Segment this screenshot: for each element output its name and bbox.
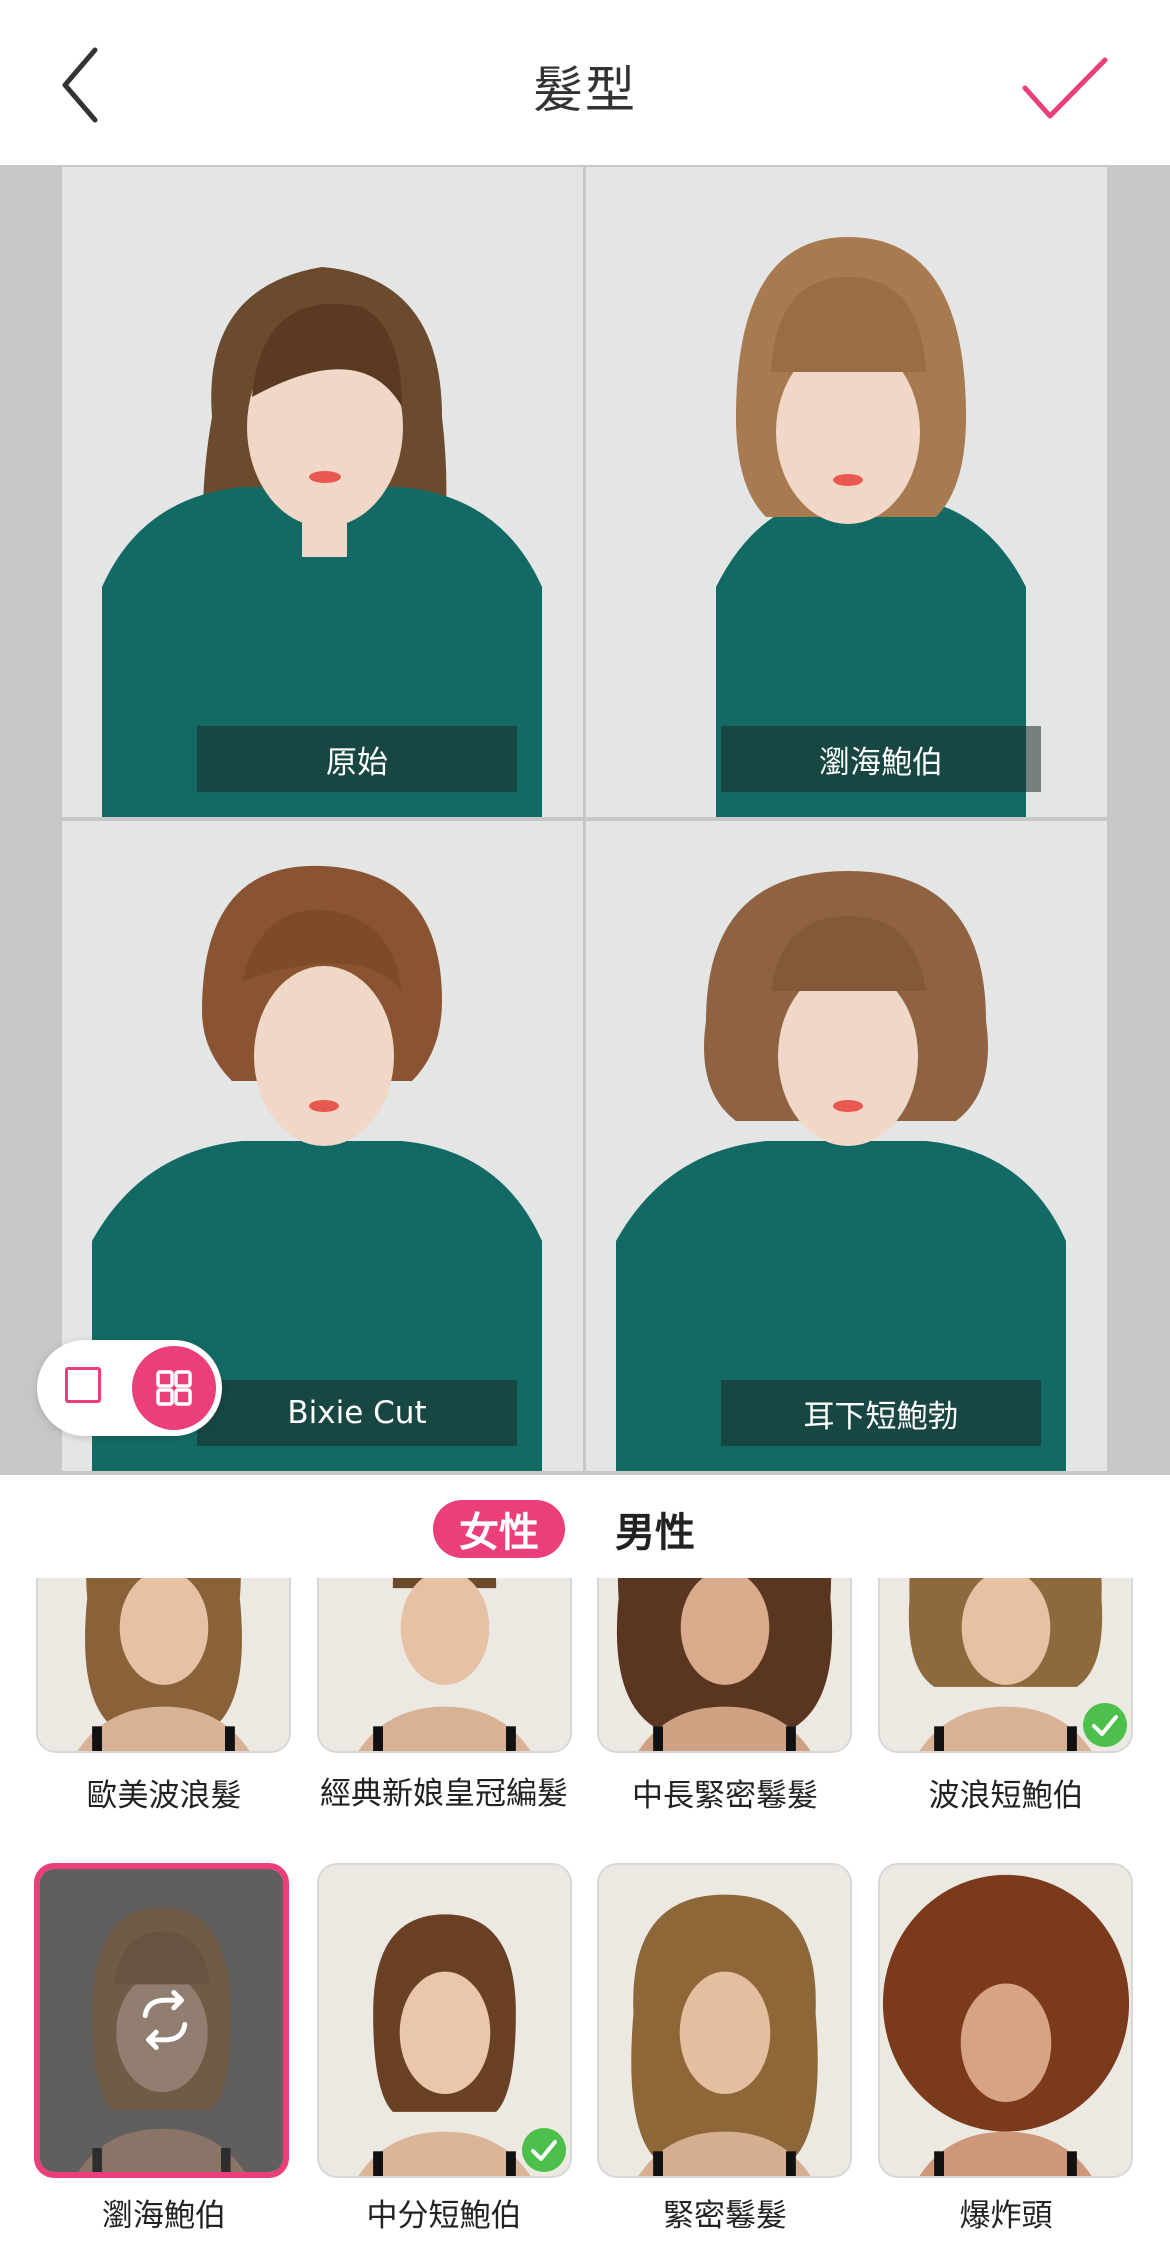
grid-view-icon xyxy=(156,1370,192,1406)
style-thumb-bangs-bob[interactable] xyxy=(34,1863,289,2178)
preview-label: 耳下短鮑勃 xyxy=(721,1380,1041,1446)
preview-label: 瀏海鮑伯 xyxy=(721,726,1041,792)
single-view-icon[interactable] xyxy=(65,1367,101,1403)
refresh-icon[interactable] xyxy=(132,1987,198,2053)
applied-check-icon xyxy=(1083,1703,1127,1747)
style-image xyxy=(880,1865,1131,2176)
header: 髮型 xyxy=(0,0,1170,165)
portrait-image xyxy=(586,821,1107,1471)
style-label: 波浪短鮑伯 xyxy=(928,1778,1084,1814)
style-thumb-tight-curls[interactable] xyxy=(597,1863,852,2178)
grid-view-button[interactable] xyxy=(132,1346,216,1430)
style-image xyxy=(38,1578,289,1751)
style-thumb-afro[interactable] xyxy=(878,1863,1133,2178)
tab-female[interactable]: 女性 xyxy=(433,1500,565,1558)
portrait-image xyxy=(586,167,1107,817)
view-mode-toggle[interactable] xyxy=(37,1340,222,1436)
hairstyle-list[interactable]: 歐美波浪髮 經典新娘皇冠編髮 中長緊密鬈髮 波浪短鮑伯 瀏海鮑伯 中分短鮑伯 緊… xyxy=(0,1578,1170,2267)
style-image xyxy=(319,1578,570,1751)
page-title: 髮型 xyxy=(533,61,637,119)
preview-cell-ear-bob[interactable]: 耳下短鮑勃 xyxy=(586,821,1107,1471)
style-label: 爆炸頭 xyxy=(959,2198,1053,2234)
preview-cell-original[interactable]: 原始 xyxy=(62,167,583,817)
preview-grid: 原始 瀏海鮑伯 Bixie Cut 耳下短鮑勃 xyxy=(0,165,1170,1475)
style-thumb-euro-waves[interactable] xyxy=(36,1578,291,1753)
style-label: 緊密鬈髮 xyxy=(663,2198,787,2234)
style-label: 中長緊密鬈髮 xyxy=(632,1778,818,1814)
style-thumb-middle-part-short-bob[interactable] xyxy=(317,1863,572,2178)
checkmark-icon[interactable] xyxy=(1020,48,1110,128)
portrait-image xyxy=(62,167,583,817)
style-thumb-medium-tight-curls[interactable] xyxy=(597,1578,852,1753)
style-label: 歐美波浪髮 xyxy=(86,1778,242,1814)
style-image xyxy=(599,1865,850,2176)
tab-male[interactable]: 男性 xyxy=(600,1500,710,1558)
gender-tabs: 女性 男性 xyxy=(0,1478,1170,1578)
style-thumb-wavy-short-bob[interactable] xyxy=(878,1578,1133,1753)
style-thumb-bridal-crown-braid[interactable] xyxy=(317,1578,572,1753)
style-image xyxy=(599,1578,850,1751)
style-label: 中分短鮑伯 xyxy=(366,2198,522,2234)
preview-cell-bangs-bob[interactable]: 瀏海鮑伯 xyxy=(586,167,1107,817)
style-label: 經典新娘皇冠編髮 xyxy=(320,1776,568,1812)
style-label: 瀏海鮑伯 xyxy=(102,2198,226,2234)
preview-label: 原始 xyxy=(197,726,517,792)
preview-label: Bixie Cut xyxy=(197,1380,517,1446)
applied-check-icon xyxy=(522,2128,566,2172)
